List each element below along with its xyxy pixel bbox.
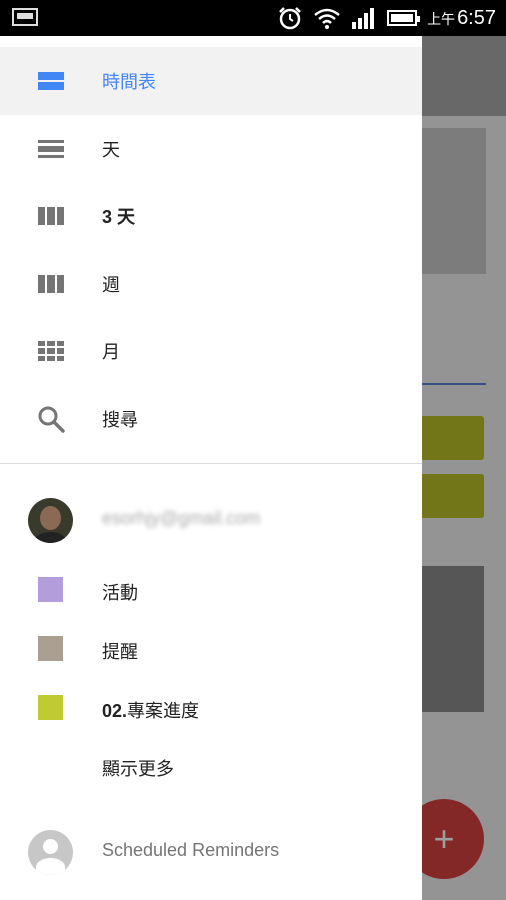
search-icon (38, 406, 65, 433)
nav-item-week[interactable]: 週 (0, 250, 422, 318)
signal-icon (352, 8, 375, 29)
wifi-icon (314, 8, 340, 29)
calendar-label: 02.專案進度 (102, 701, 200, 721)
week-view-icon (38, 275, 64, 293)
clock: 上午 6:57 (427, 6, 496, 29)
status-bar: 上午 6:57 (0, 0, 506, 36)
nav-item-schedule[interactable]: 時間表 (0, 47, 422, 115)
calendar-color-swatch (38, 695, 63, 720)
calendar-item-reminders[interactable]: 提醒 (0, 624, 422, 674)
nav-item-label: 天 (102, 140, 120, 160)
person-icon (28, 830, 73, 875)
scheduled-reminders-label: Scheduled Reminders (102, 840, 280, 860)
three-day-view-icon (38, 207, 64, 225)
nav-item-label: 月 (102, 342, 120, 362)
alarm-icon (279, 7, 301, 30)
calendar-item-events[interactable]: 活動 (0, 565, 422, 615)
battery-icon (387, 10, 421, 26)
nav-item-label: 搜尋 (102, 410, 138, 430)
show-more-link[interactable]: 顯示更多 (102, 755, 174, 781)
avatar (28, 498, 73, 543)
schedule-view-icon (38, 72, 64, 90)
drawer-divider (0, 463, 422, 464)
calendar-color-swatch (38, 636, 63, 661)
nav-item-search[interactable]: 搜尋 (0, 385, 422, 453)
gallery-notification-icon (12, 8, 38, 26)
nav-item-label: 週 (102, 275, 120, 295)
account-row[interactable]: esorhjy@gmail.com (0, 494, 422, 546)
calendar-item-project[interactable]: 02.專案進度 (0, 683, 422, 733)
nav-item-day[interactable]: 天 (0, 115, 422, 183)
nav-item-label: 時間表 (102, 72, 156, 92)
nav-item-3day[interactable]: 3 天 (0, 182, 422, 250)
account-email: esorhjy@gmail.com (102, 508, 261, 528)
month-view-icon (38, 341, 64, 361)
nav-item-month[interactable]: 月 (0, 317, 422, 385)
calendar-color-swatch (38, 577, 63, 602)
nav-item-label: 3 天 (102, 207, 136, 227)
navigation-drawer: 時間表 天 3 天 週 月 搜尋 esorhjy@gmail.com 活動 提醒… (0, 36, 422, 900)
scheduled-reminders-row[interactable]: Scheduled Reminders (0, 826, 422, 878)
calendar-label: 活動 (102, 583, 138, 603)
calendar-label: 提醒 (102, 642, 138, 662)
day-view-icon (38, 140, 64, 158)
